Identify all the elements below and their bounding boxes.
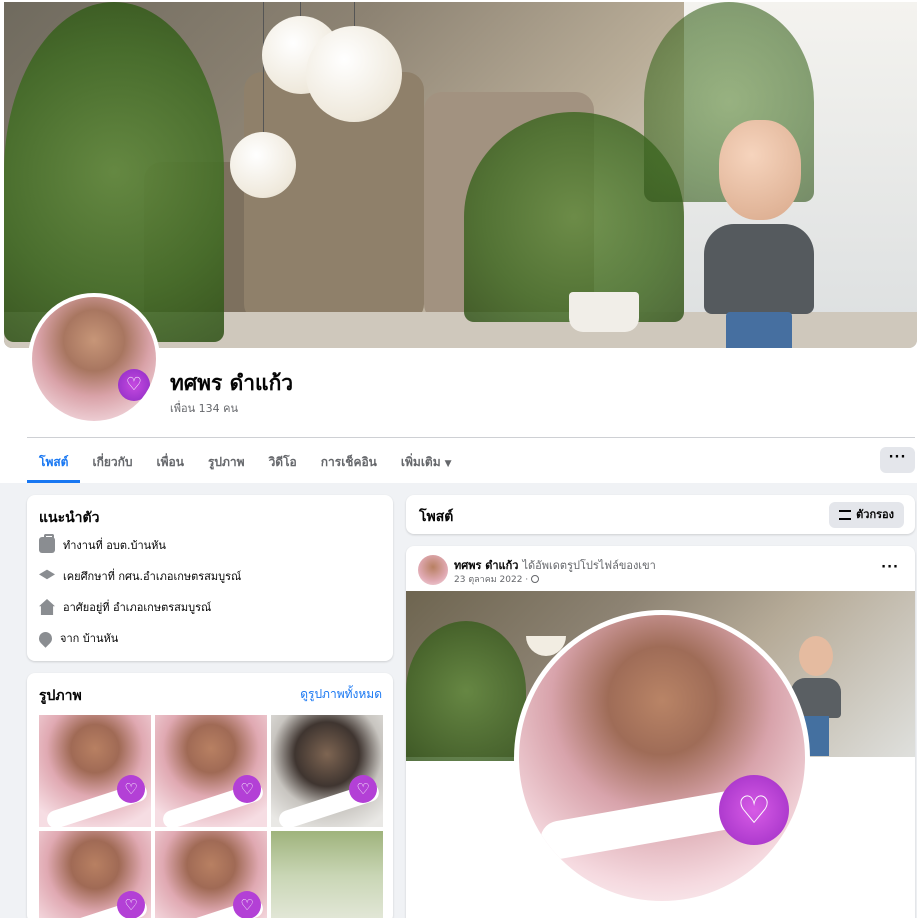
- avatar-head: [799, 636, 833, 676]
- heart-frame-icon: ♡: [118, 369, 150, 401]
- pendant-lamp: [230, 132, 296, 198]
- location-pin-icon: [36, 628, 55, 648]
- photo-thumbnail[interactable]: ♡: [155, 715, 267, 827]
- tab-videos[interactable]: วิดีโอ: [257, 444, 309, 480]
- more-options-button[interactable]: ···: [880, 447, 915, 473]
- post-action-text: ได้อัพเดตรูปโปรไฟล์ของเขา: [522, 559, 656, 572]
- cover-plant: [406, 621, 526, 761]
- intro-work-row: ทำงานที่ อบต.บ้านหัน: [39, 534, 166, 556]
- heart-frame-icon: ♡: [233, 891, 261, 918]
- lamp-wire: [354, 2, 355, 28]
- pendant-lamp: [306, 26, 402, 122]
- filter-icon: [839, 510, 852, 520]
- intro-education-text: เคยศึกษาที่ กศน.อำเภอเกษตรสมบูรณ์: [63, 570, 242, 583]
- intro-title: แนะนำตัว: [39, 510, 100, 526]
- photo-grid: ♡ ♡ ♡ ♡ ♡: [39, 715, 383, 918]
- posts-header-card: โพสต์ ตัวกรอง: [406, 495, 915, 534]
- photos-title: รูปภาพ: [39, 688, 82, 704]
- filter-button[interactable]: ตัวกรอง: [829, 502, 904, 528]
- intro-work-text: ทำงานที่ อบต.บ้านหัน: [63, 539, 166, 552]
- photo-thumbnail[interactable]: ♡: [39, 715, 151, 827]
- home-icon: [39, 599, 55, 615]
- heart-frame-icon: ♡: [719, 775, 789, 845]
- caret-down-icon: ▼: [444, 459, 452, 469]
- tab-photos[interactable]: รูปภาพ: [196, 444, 257, 480]
- post-date-text: 23 ตุลาคม 2022 ·: [454, 575, 529, 585]
- heart-frame-icon: ♡: [117, 891, 145, 918]
- intro-card: แนะนำตัว ทำงานที่ อบต.บ้านหัน เคยศึกษาที…: [27, 495, 393, 661]
- filter-label: ตัวกรอง: [856, 508, 894, 521]
- globe-icon: [531, 575, 540, 583]
- photo-thumbnail[interactable]: ♡: [39, 831, 151, 918]
- tab-more-label: เพิ่มเติม: [400, 455, 441, 469]
- avatar-head: [719, 120, 801, 220]
- post-options-button[interactable]: ···: [881, 560, 899, 575]
- intro-education-row: เคยศึกษาที่ กศน.อำเภอเกษตรสมบูรณ์: [39, 565, 241, 587]
- friend-count[interactable]: เพื่อน 134 คน: [170, 399, 238, 417]
- post-author-avatar[interactable]: [418, 555, 448, 585]
- intro-from-row: จาก บ้านหัน: [36, 627, 119, 649]
- post-author-name[interactable]: ทศพร ดำแก้ว: [454, 559, 518, 572]
- heart-frame-icon: ♡: [233, 775, 261, 803]
- photo-thumbnail[interactable]: [271, 831, 383, 918]
- avatar-shirt: [704, 224, 814, 314]
- intro-lives-row: อาศัยอยู่ที่ อำเภอเกษตรสมบูรณ์: [39, 596, 211, 618]
- profile-tabs: โพสต์ เกี่ยวกับ เพื่อน รูปภาพ วิดีโอ การ…: [27, 444, 464, 483]
- intro-lives-text: อาศัยอยู่ที่ อำเภอเกษตรสมบูรณ์: [63, 601, 212, 614]
- cover-plant: [4, 2, 224, 342]
- heart-frame-icon: ♡: [117, 775, 145, 803]
- tab-friends[interactable]: เพื่อน: [145, 444, 196, 480]
- graduation-cap-icon: [39, 569, 55, 580]
- profile-name: ทศพร ดำแก้ว: [170, 371, 294, 395]
- tab-posts[interactable]: โพสต์: [27, 444, 81, 483]
- post-card: ทศพร ดำแก้ว ได้อัพเดตรูปโปรไฟล์ของเขา 23 …: [406, 546, 915, 918]
- plant-pot: [569, 292, 639, 332]
- avatar-figure: [704, 120, 824, 348]
- heart-frame-icon: ♡: [349, 775, 377, 803]
- header-divider: [27, 437, 915, 438]
- tab-checkins[interactable]: การเช็คอิน: [309, 444, 389, 480]
- profile-picture[interactable]: ♡: [28, 293, 160, 425]
- post-profile-picture[interactable]: ♡: [514, 610, 810, 906]
- see-all-photos-link[interactable]: ดูรูปภาพทั้งหมด: [300, 685, 382, 704]
- photo-thumbnail[interactable]: ♡: [155, 831, 267, 918]
- avatar-jeans: [726, 312, 792, 348]
- post-timestamp[interactable]: 23 ตุลาคม 2022 ·: [454, 572, 540, 586]
- profile-picture-image: [32, 297, 156, 421]
- photo-thumbnail[interactable]: ♡: [271, 715, 383, 827]
- posts-title: โพสต์: [419, 509, 454, 525]
- tab-more[interactable]: เพิ่มเติม ▼: [389, 444, 464, 480]
- briefcase-icon: [39, 534, 55, 553]
- photos-card: รูปภาพ ดูรูปภาพทั้งหมด ♡ ♡ ♡ ♡ ♡: [27, 673, 393, 918]
- intro-from-text: จาก บ้านหัน: [60, 632, 119, 645]
- tab-about[interactable]: เกี่ยวกับ: [80, 444, 144, 480]
